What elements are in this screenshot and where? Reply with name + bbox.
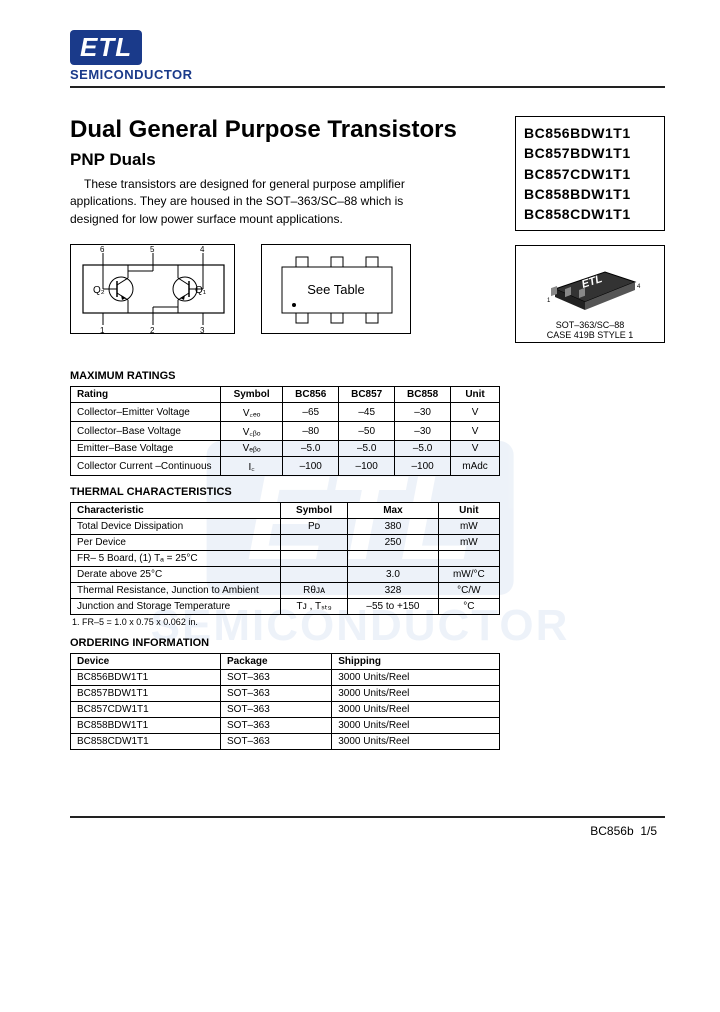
- part-number: BC856BDW1T1: [524, 123, 656, 143]
- table-row: Junction and Storage TemperatureTᴊ , Tₛₜ…: [71, 599, 500, 615]
- section-header-thermal: THERMAL CHARACTERISTICS: [70, 486, 665, 498]
- page-footer: BC856b 1/5: [70, 824, 665, 838]
- table-header: BC858: [395, 387, 451, 403]
- page-subtitle: PNP Duals: [70, 150, 497, 170]
- table-header: Symbol: [281, 503, 348, 519]
- table-row: Collector–Emitter VoltageV꜀ₑₒ–65–45–30V: [71, 403, 500, 422]
- table-header: Characteristic: [71, 503, 281, 519]
- svg-text:6: 6: [100, 245, 105, 254]
- package-type-label: SOT–363/SC–88: [520, 320, 660, 330]
- package-3d-icon: ETL 1 4: [535, 254, 645, 314]
- footer-rule: [70, 816, 665, 818]
- see-table-box: See Table: [261, 244, 411, 334]
- table-row: Emitter–Base VoltageVₑᵦₒ–5.0–5.0–5.0V: [71, 441, 500, 457]
- footer-page-number: 1/5: [640, 824, 657, 838]
- svg-text:3: 3: [200, 326, 205, 335]
- table-row: FR– 5 Board, (1) Tₐ = 25°C: [71, 551, 500, 567]
- package-box: ETL 1 4 SOT–363/SC–88 CASE 419B STYLE 1: [515, 245, 665, 343]
- table-row: Total Device DissipationPᴅ380mW: [71, 519, 500, 535]
- section-header-max-ratings: MAXIMUM RATINGS: [70, 370, 665, 382]
- company-logo: ETL SEMICONDUCTOR: [70, 30, 665, 82]
- max-ratings-table: Rating Symbol BC856 BC857 BC858 Unit Col…: [70, 386, 500, 476]
- svg-text:5: 5: [150, 245, 155, 254]
- table-header: Unit: [451, 387, 500, 403]
- table-row: BC858CDW1T1SOT–3633000 Units/Reel: [71, 734, 500, 750]
- table-header: Rating: [71, 387, 221, 403]
- section-header-ordering: ORDERING INFORMATION: [70, 637, 665, 649]
- part-number: BC858BDW1T1: [524, 184, 656, 204]
- svg-text:4: 4: [200, 245, 205, 254]
- table-header: Package: [221, 654, 332, 670]
- svg-text:2: 2: [150, 326, 155, 335]
- logo-subtitle: SEMICONDUCTOR: [70, 67, 665, 82]
- svg-text:1: 1: [100, 326, 105, 335]
- thermal-table: Characteristic Symbol Max Unit Total Dev…: [70, 502, 500, 615]
- table-row: BC856BDW1T1SOT–3633000 Units/Reel: [71, 670, 500, 686]
- table-row: BC857CDW1T1SOT–3633000 Units/Reel: [71, 702, 500, 718]
- table-header: Shipping: [332, 654, 500, 670]
- table-header: BC857: [339, 387, 395, 403]
- table-row: Collector–Base VoltageV꜀ᵦₒ–80–50–30V: [71, 422, 500, 441]
- svg-text:4: 4: [637, 284, 641, 290]
- schematic-diagram: 6 5 4 1 2 3 Q₂: [70, 244, 235, 334]
- footer-doc-id: BC856b: [590, 824, 633, 838]
- table-row: Per Device250mW: [71, 535, 500, 551]
- svg-text:Q₁: Q₁: [195, 285, 207, 296]
- part-number: BC857BDW1T1: [524, 143, 656, 163]
- svg-text:1: 1: [547, 298, 551, 304]
- part-number: BC857CDW1T1: [524, 164, 656, 184]
- thermal-footnote: 1. FR–5 = 1.0 x 0.75 x 0.062 in.: [72, 617, 665, 627]
- table-row: Collector Current –ContinuousI꜀–100–100–…: [71, 457, 500, 476]
- table-header: Symbol: [221, 387, 283, 403]
- table-row: BC857BDW1T1SOT–3633000 Units/Reel: [71, 686, 500, 702]
- description-text: These transistors are designed for gener…: [70, 176, 430, 228]
- table-header: BC856: [283, 387, 339, 403]
- table-header: Max: [348, 503, 438, 519]
- table-row: Thermal Resistance, Junction to AmbientR…: [71, 583, 500, 599]
- table-row: Derate above 25°C3.0mW/°C: [71, 567, 500, 583]
- page-title: Dual General Purpose Transistors: [70, 116, 497, 144]
- header-rule: [70, 86, 665, 88]
- see-table-label: See Table: [303, 282, 369, 297]
- table-header: Unit: [438, 503, 499, 519]
- ordering-table: Device Package Shipping BC856BDW1T1SOT–3…: [70, 653, 500, 750]
- part-number: BC858CDW1T1: [524, 204, 656, 224]
- logo-badge: ETL: [70, 30, 142, 65]
- table-header: Device: [71, 654, 221, 670]
- package-case-label: CASE 419B STYLE 1: [520, 330, 660, 340]
- part-numbers-box: BC856BDW1T1 BC857BDW1T1 BC857CDW1T1 BC85…: [515, 116, 665, 231]
- table-row: BC858BDW1T1SOT–3633000 Units/Reel: [71, 718, 500, 734]
